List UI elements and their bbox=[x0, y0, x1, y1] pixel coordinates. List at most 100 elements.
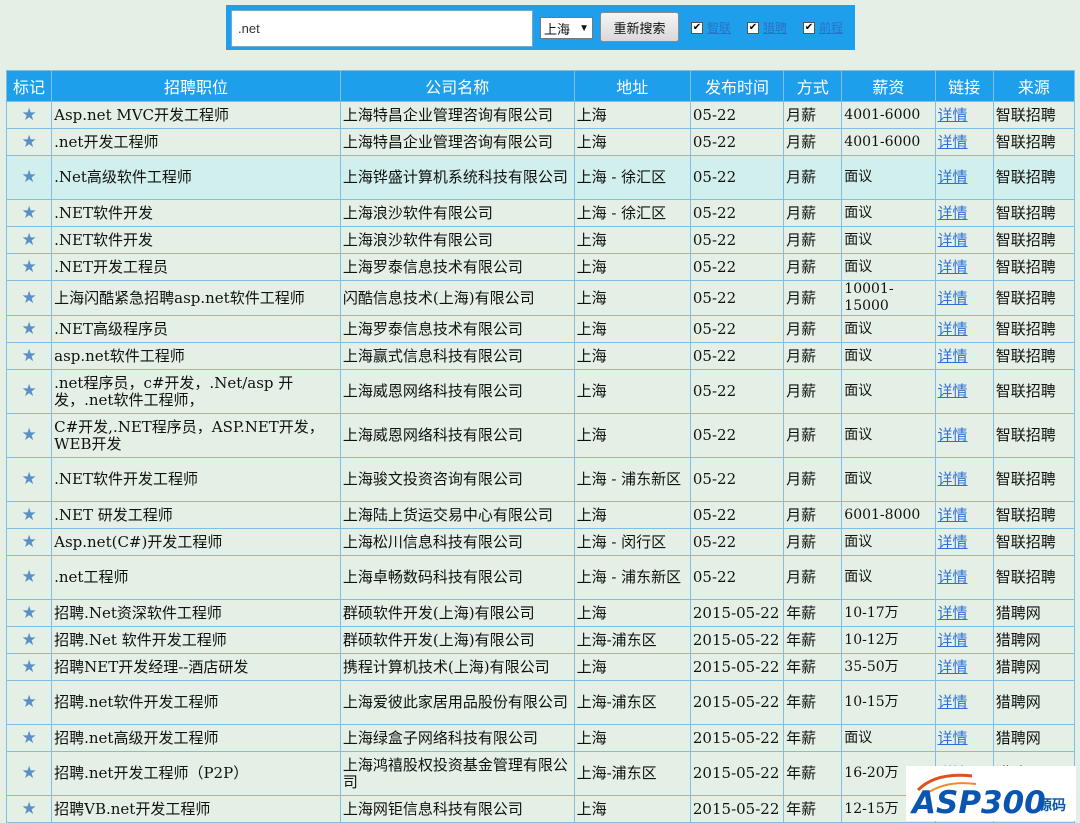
star-icon[interactable]: ★ bbox=[21, 169, 36, 186]
detail-link[interactable]: 详情 bbox=[938, 568, 968, 586]
table-body: ★ Asp.net MVC开发工程师 上海特昌企业管理咨询有限公司 上海 05-22 月薪… bbox=[5, 101, 1076, 823]
detail-link-cell: 详情 bbox=[934, 226, 994, 254]
mark-cell: ★ bbox=[5, 253, 53, 281]
source-cell: 智联招聘 bbox=[992, 226, 1076, 254]
source-cell: 猎聘网 bbox=[992, 653, 1076, 681]
date-cell: 05-22 bbox=[689, 413, 785, 458]
star-icon[interactable]: ★ bbox=[21, 631, 36, 649]
detail-link[interactable]: 详情 bbox=[938, 506, 968, 524]
star-icon[interactable]: ★ bbox=[21, 258, 36, 276]
checkbox-zhilian[interactable]: ✔ bbox=[691, 21, 703, 34]
detail-link[interactable]: 详情 bbox=[938, 426, 968, 444]
job-title-cell: 招聘.Net资深软件工程师 bbox=[51, 599, 341, 627]
detail-link[interactable]: 详情 bbox=[938, 289, 968, 307]
date-cell: 05-22 bbox=[689, 342, 785, 370]
column-header-link: 链接 bbox=[934, 70, 994, 102]
detail-link[interactable]: 详情 bbox=[938, 604, 968, 622]
detail-link-cell: 详情 bbox=[934, 653, 994, 681]
search-again-button[interactable]: 重新搜索 bbox=[600, 12, 679, 42]
star-icon[interactable]: ★ bbox=[21, 694, 36, 711]
date-cell: 05-22 bbox=[689, 315, 785, 343]
detail-link-cell: 详情 bbox=[934, 626, 994, 654]
address-cell: 上海 bbox=[573, 724, 691, 752]
detail-link[interactable]: 详情 bbox=[938, 106, 968, 124]
salary-cell: 4001-6000 bbox=[841, 101, 936, 129]
star-icon[interactable]: ★ bbox=[21, 471, 36, 488]
option-liepin[interactable]: ✔ 猎聘 bbox=[747, 19, 787, 36]
star-icon[interactable]: ★ bbox=[21, 106, 36, 124]
option-qiancheng-label[interactable]: 前程 bbox=[819, 19, 843, 36]
detail-link[interactable]: 详情 bbox=[938, 231, 968, 249]
column-header-mark: 标记 bbox=[5, 70, 53, 102]
detail-link[interactable]: 详情 bbox=[938, 693, 968, 711]
detail-link[interactable]: 详情 bbox=[938, 258, 968, 276]
source-cell: 猎聘网 bbox=[992, 599, 1076, 627]
detail-link[interactable]: 详情 bbox=[938, 470, 968, 488]
option-liepin-label[interactable]: 猎聘 bbox=[763, 19, 787, 36]
star-icon[interactable]: ★ bbox=[21, 604, 36, 622]
mark-cell: ★ bbox=[5, 528, 53, 556]
star-icon[interactable]: ★ bbox=[21, 347, 36, 365]
detail-link[interactable]: 详情 bbox=[938, 658, 968, 676]
pay-type-cell: 年薪 bbox=[783, 724, 843, 752]
option-qiancheng[interactable]: ✔ 前程 bbox=[803, 19, 843, 36]
detail-link[interactable]: 详情 bbox=[938, 729, 968, 747]
table-row: ★ .NET开发工程员 上海罗泰信息技术有限公司 上海 05-22 月薪 面议 详情 智联招聘 bbox=[5, 253, 1076, 281]
option-zhilian[interactable]: ✔ 智联 bbox=[691, 19, 731, 36]
detail-link[interactable]: 详情 bbox=[938, 533, 968, 551]
address-cell: 上海 bbox=[573, 413, 691, 458]
star-icon[interactable]: ★ bbox=[21, 765, 36, 782]
option-zhilian-label[interactable]: 智联 bbox=[707, 19, 731, 36]
table-row: ★ .net程序员，c#开发，.Net/asp 开发，.net软件工程师， 上海威恩… bbox=[5, 369, 1076, 414]
table-row: ★ .net工程师 上海卓畅数码科技有限公司 上海 - 浦东新区 05-22 月薪 面议 详情… bbox=[5, 555, 1076, 600]
star-icon[interactable]: ★ bbox=[21, 231, 36, 249]
pay-type-cell: 年薪 bbox=[783, 751, 843, 796]
detail-link[interactable]: 详情 bbox=[938, 382, 968, 400]
address-cell: 上海-浦东区 bbox=[573, 680, 691, 725]
detail-link-cell: 详情 bbox=[934, 342, 994, 370]
star-icon[interactable]: ★ bbox=[21, 133, 36, 151]
pay-type-cell: 月薪 bbox=[783, 101, 843, 129]
detail-link[interactable]: 详情 bbox=[938, 347, 968, 365]
detail-link[interactable]: 详情 bbox=[938, 133, 968, 151]
pay-type-cell: 年薪 bbox=[783, 626, 843, 654]
job-title-cell: .NET高级程序员 bbox=[51, 315, 341, 343]
company-cell: 上海陆上货运交易中心有限公司 bbox=[339, 501, 575, 529]
star-icon[interactable]: ★ bbox=[21, 506, 36, 524]
mark-cell: ★ bbox=[5, 555, 53, 600]
star-icon[interactable]: ★ bbox=[21, 533, 36, 551]
job-title-cell: .NET软件开发 bbox=[51, 199, 341, 227]
search-input[interactable] bbox=[231, 10, 533, 47]
star-icon[interactable]: ★ bbox=[21, 427, 36, 444]
star-icon[interactable]: ★ bbox=[21, 320, 36, 338]
detail-link-cell: 详情 bbox=[934, 101, 994, 129]
source-cell: 智联招聘 bbox=[992, 253, 1076, 281]
date-cell: 2015-05-22 bbox=[689, 680, 785, 725]
pay-type-cell: 月薪 bbox=[783, 280, 843, 316]
pay-type-cell: 月薪 bbox=[783, 226, 843, 254]
star-icon[interactable]: ★ bbox=[21, 729, 36, 747]
star-icon[interactable]: ★ bbox=[21, 383, 36, 400]
logo-brand-text: ASP300 bbox=[909, 785, 1046, 821]
star-icon[interactable]: ★ bbox=[21, 658, 36, 676]
star-icon[interactable]: ★ bbox=[21, 800, 36, 818]
company-cell: 上海罗泰信息技术有限公司 bbox=[339, 315, 575, 343]
checkbox-qiancheng[interactable]: ✔ bbox=[803, 21, 815, 34]
salary-cell: 10-15万 bbox=[841, 680, 936, 725]
star-icon[interactable]: ★ bbox=[21, 204, 36, 222]
salary-cell: 面议 bbox=[841, 342, 936, 370]
checkbox-liepin[interactable]: ✔ bbox=[747, 21, 759, 34]
source-cell: 智联招聘 bbox=[992, 413, 1076, 458]
address-cell: 上海 bbox=[573, 369, 691, 414]
table-row: ★ 招聘.net高级开发工程师 上海绿盒子网络科技有限公司 上海 2015-05-22 年… bbox=[5, 724, 1076, 752]
detail-link[interactable]: 详情 bbox=[938, 631, 968, 649]
salary-cell: 面议 bbox=[841, 724, 936, 752]
address-cell: 上海 - 闵行区 bbox=[573, 528, 691, 556]
star-icon[interactable]: ★ bbox=[21, 289, 36, 307]
city-select[interactable]: 上海 ▼ bbox=[540, 17, 593, 39]
detail-link[interactable]: 详情 bbox=[938, 320, 968, 338]
detail-link[interactable]: 详情 bbox=[938, 204, 968, 222]
star-icon[interactable]: ★ bbox=[21, 569, 36, 586]
detail-link[interactable]: 详情 bbox=[938, 168, 968, 186]
table-row: ★ asp.net软件工程师 上海赢式信息科技有限公司 上海 05-22 月薪 面议 详情 智联… bbox=[5, 342, 1076, 370]
